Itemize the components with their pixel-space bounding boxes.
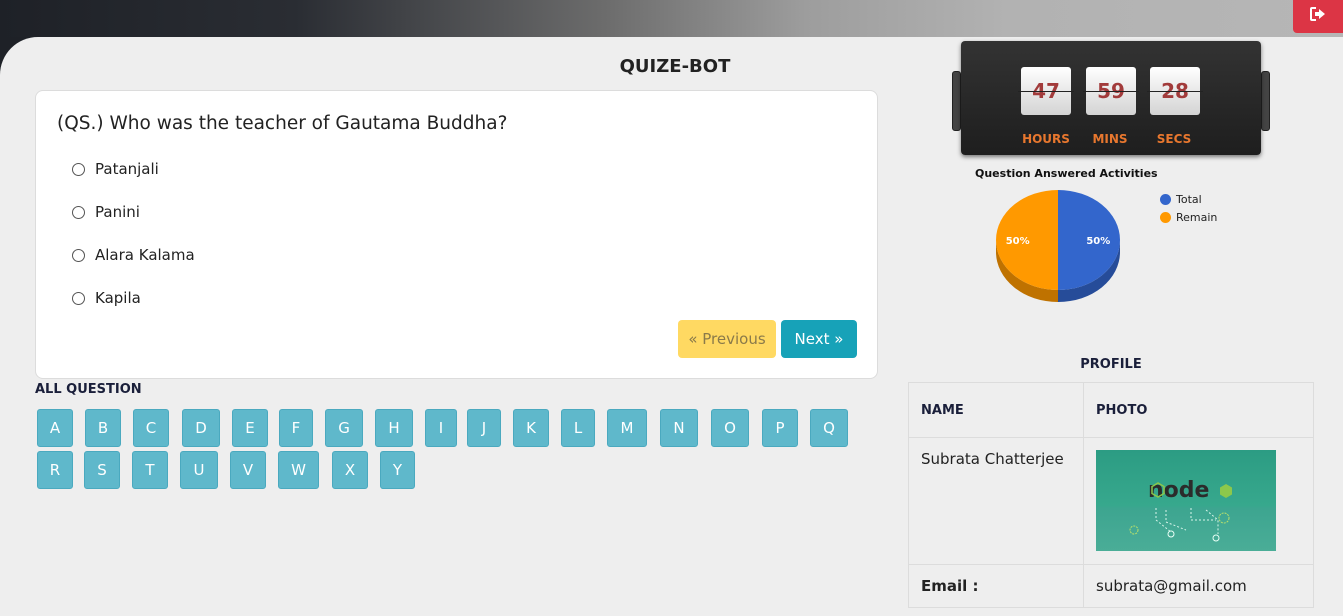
timer-panel: 47 59 28 HOURS MINS SECS [961, 41, 1261, 155]
question-text: (QS.) Who was the teacher of Gautama Bud… [57, 113, 508, 134]
question-button-j[interactable]: J [467, 409, 501, 447]
profile-name: Subrata Chatterjee [908, 437, 1084, 565]
question-button-r[interactable]: R [37, 451, 73, 489]
chart-legend: Total Remain [1160, 190, 1217, 226]
profile-header-row: NAME PHOTO [908, 382, 1314, 438]
option-label: Kapila [95, 289, 141, 307]
radio-button[interactable] [72, 162, 85, 176]
seconds-label: SECS [1156, 132, 1192, 146]
question-button-u[interactable]: U [180, 451, 218, 489]
question-button-y[interactable]: Y [380, 451, 415, 489]
legend-item-remain[interactable]: Remain [1160, 208, 1217, 226]
question-button-s[interactable]: S [84, 451, 120, 489]
top-bar [0, 0, 1343, 37]
legend-label: Total [1176, 192, 1202, 206]
photo-logo-text: node [1148, 478, 1209, 503]
option-4[interactable]: Kapila [72, 289, 141, 307]
profile-table: NAME PHOTO Subrata Chatterjee node Email… [908, 382, 1314, 608]
question-button-q[interactable]: Q [810, 409, 848, 447]
legend-label: Remain [1176, 210, 1218, 224]
countdown-timer: 47 59 28 HOURS MINS SECS [952, 41, 1270, 156]
logout-button[interactable] [1293, 0, 1343, 33]
option-3[interactable]: Alara Kalama [72, 246, 195, 264]
option-label: Alara Kalama [95, 246, 195, 264]
profile-data-row: Subrata Chatterjee node [908, 437, 1314, 565]
all-questions-label: ALL QUESTION [35, 382, 142, 397]
question-button-i[interactable]: I [425, 409, 457, 447]
question-button-v[interactable]: V [230, 451, 266, 489]
profile-email-row: Email : subrata@gmail.com [908, 564, 1314, 608]
option-label: Patanjali [95, 160, 159, 178]
next-button[interactable]: Next » [781, 320, 857, 358]
legend-item-total[interactable]: Total [1160, 190, 1217, 208]
photo-header: PHOTO [1083, 382, 1314, 438]
chart-title: Question Answered Activities [975, 167, 1158, 180]
question-button-t[interactable]: T [132, 451, 168, 489]
question-button-w[interactable]: W [278, 451, 319, 489]
hours-label: HOURS [1022, 132, 1070, 146]
timer-left-tab [952, 71, 961, 131]
seconds-value: 28 [1147, 67, 1203, 115]
question-button-n[interactable]: N [660, 409, 698, 447]
option-label: Panini [95, 203, 140, 221]
question-button-c[interactable]: C [133, 409, 169, 447]
question-button-k[interactable]: K [513, 409, 549, 447]
question-button-h[interactable]: H [375, 409, 413, 447]
minutes-value: 59 [1083, 67, 1139, 115]
previous-button[interactable]: « Previous [678, 320, 776, 358]
profile-photo: node [1096, 450, 1276, 551]
page-title: QUIZE-BOT [619, 56, 731, 77]
option-1[interactable]: Patanjali [72, 160, 159, 178]
sign-out-icon [1310, 7, 1326, 26]
question-button-e[interactable]: E [232, 409, 268, 447]
email-label: Email : [908, 564, 1084, 608]
timer-right-tab [1261, 71, 1270, 131]
profile-title: PROFILE [1080, 357, 1142, 372]
question-button-l[interactable]: L [561, 409, 595, 447]
nodejs-logo-image: node [1129, 478, 1232, 542]
pie-value-label-remain: 50% [1006, 236, 1030, 247]
question-button-d[interactable]: D [182, 409, 220, 447]
question-button-o[interactable]: O [711, 409, 749, 447]
pie-chart: 50% 50% [996, 190, 1120, 302]
name-header: NAME [908, 382, 1084, 438]
question-button-b[interactable]: B [85, 409, 121, 447]
option-2[interactable]: Panini [72, 203, 140, 221]
radio-button[interactable] [72, 248, 85, 262]
radio-button[interactable] [72, 205, 85, 219]
email-value: subrata@gmail.com [1083, 564, 1314, 608]
question-button-f[interactable]: F [279, 409, 313, 447]
question-button-a[interactable]: A [37, 409, 73, 447]
question-button-g[interactable]: G [325, 409, 363, 447]
question-card: (QS.) Who was the teacher of Gautama Bud… [35, 90, 878, 379]
question-button-p[interactable]: P [762, 409, 798, 447]
pie-value-label-total: 50% [1086, 236, 1110, 247]
question-button-x[interactable]: X [332, 451, 368, 489]
question-button-m[interactable]: M [607, 409, 647, 447]
legend-dot [1160, 211, 1171, 223]
hours-value: 47 [1018, 67, 1074, 115]
legend-dot [1160, 193, 1171, 205]
photo-cell: node [1083, 437, 1314, 565]
minutes-label: MINS [1092, 132, 1128, 146]
radio-button[interactable] [72, 291, 85, 305]
